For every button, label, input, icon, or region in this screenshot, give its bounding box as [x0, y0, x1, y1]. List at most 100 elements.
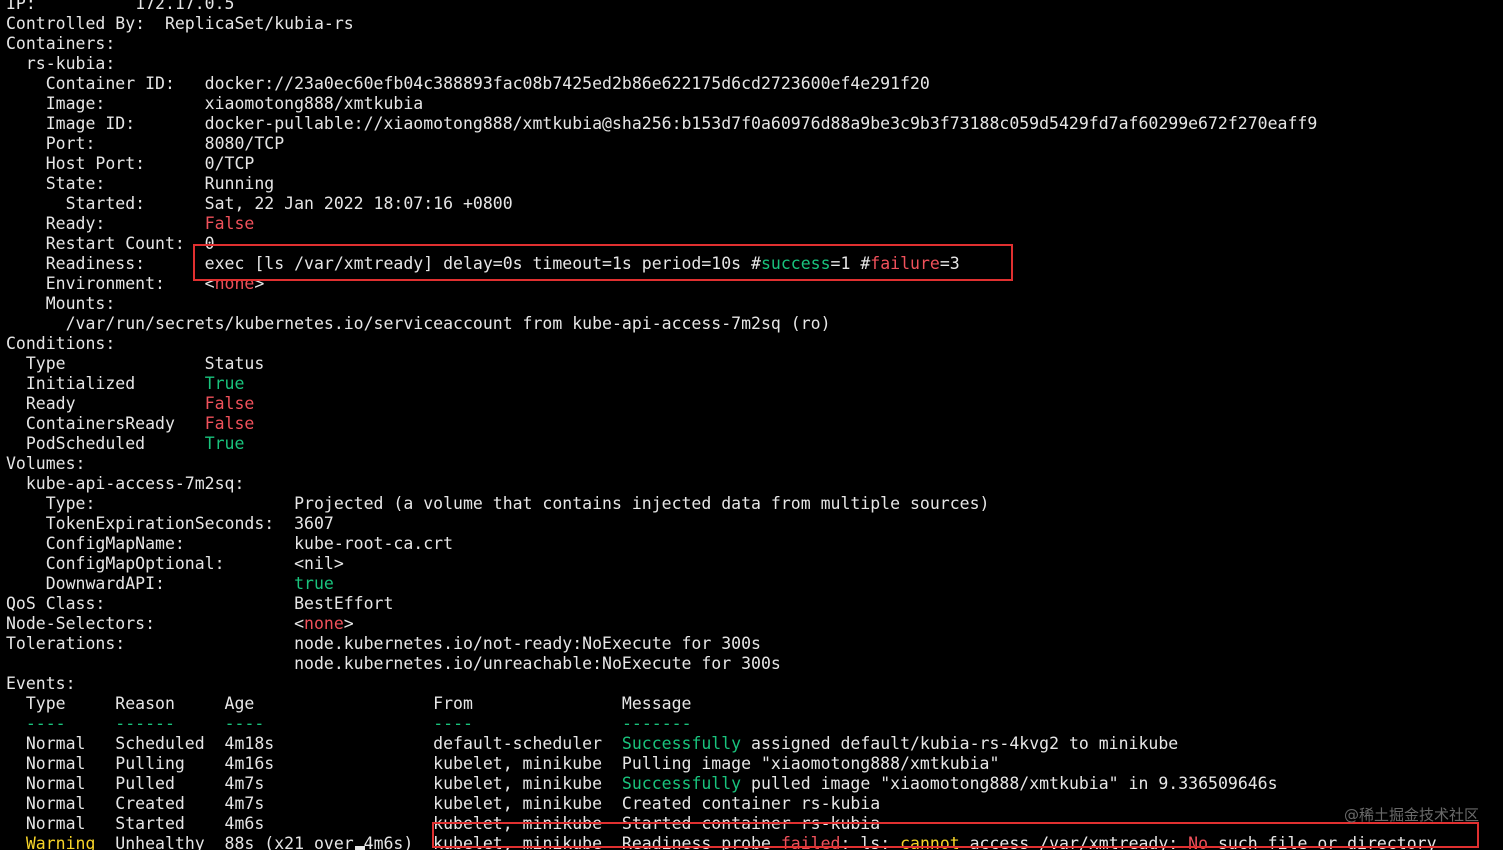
terminal-line: Normal Scheduled 4m18s default-scheduler…: [6, 734, 1178, 754]
text-segment: DownwardAPI:: [6, 574, 295, 593]
text-segment: Initialized: [6, 374, 205, 393]
text-segment: Events:: [6, 674, 76, 693]
text-segment: node.kubernetes.io/unreachable:NoExecute…: [6, 654, 781, 673]
terminal-line: Image ID: docker-pullable://xiaomotong88…: [6, 114, 1318, 134]
terminal-window[interactable]: IP: 172.17.0.5 Controlled By: ReplicaSet/…: [0, 0, 1503, 850]
terminal-line: node.kubernetes.io/unreachable:NoExecute…: [6, 654, 781, 674]
terminal-cursor: [355, 846, 365, 850]
text-green: ------: [115, 714, 175, 733]
text-segment: Type Reason Age From Message: [6, 694, 692, 713]
text-segment: Environment: <: [6, 274, 215, 293]
text-segment: Conditions:: [6, 334, 116, 353]
terminal-line: Containers:: [6, 34, 115, 54]
terminal-line: kube-api-access-7m2sq:: [6, 474, 245, 494]
terminal-line: rs-kubia:: [6, 54, 115, 74]
text-red: False: [204, 214, 255, 233]
text-segment: Normal Created 4m7s kubelet, minikube Cr…: [6, 794, 881, 813]
text-green: Successfully: [621, 774, 742, 793]
text-segment: Host Port: 0/TCP: [6, 154, 255, 173]
text-red: False: [204, 414, 255, 433]
text-segment: ConfigMapName: kube-root-ca.crt: [6, 534, 454, 553]
text-segment: Tolerations: node.kubernetes.io/not-read…: [6, 634, 761, 653]
terminal-line: ConfigMapName: kube-root-ca.crt: [6, 534, 453, 554]
text-yellow: Warning: [25, 834, 96, 850]
terminal-line: Image: xiaomotong888/xmtkubia: [6, 94, 424, 114]
terminal-line: ConfigMapOptional: <nil>: [6, 554, 344, 574]
text-segment: Normal Scheduled 4m18s default-scheduler: [6, 734, 622, 753]
warning-event-highlight-box: [432, 822, 1479, 848]
text-segment: [6, 714, 26, 733]
text-segment: Type Status: [6, 354, 265, 373]
terminal-line: TokenExpirationSeconds: 3607: [6, 514, 334, 534]
terminal-line: Tolerations: node.kubernetes.io/not-read…: [6, 634, 761, 654]
text-segment: Ready:: [6, 214, 205, 233]
terminal-line: Restart Count: 0: [6, 234, 215, 254]
text-segment: rs-kubia:: [6, 54, 116, 73]
terminal-line: Conditions:: [6, 334, 115, 354]
terminal-line: ContainersReady False: [6, 414, 255, 434]
terminal-line: DownwardAPI: true: [6, 574, 334, 594]
text-segment: [264, 714, 433, 733]
text-green: Successfully: [621, 734, 742, 753]
terminal-line: Mounts:: [6, 294, 116, 314]
terminal-line: Host Port: 0/TCP: [6, 154, 255, 174]
text-segment: Containers:: [6, 34, 116, 53]
text-segment: Container ID: docker://23a0ec60efb04c388…: [6, 74, 930, 93]
text-red: False: [204, 394, 255, 413]
terminal-line: Normal Created 4m7s kubelet, minikube Cr…: [6, 794, 880, 814]
terminal-line: Started: Sat, 22 Jan 2022 18:07:16 +0800: [6, 194, 513, 214]
text-segment: State: Running: [6, 174, 275, 193]
terminal-line: Events:: [6, 674, 76, 694]
terminal-line: Container ID: docker://23a0ec60efb04c388…: [6, 74, 930, 94]
terminal-line: State: Running: [6, 174, 274, 194]
text-red: none: [304, 614, 344, 633]
text-segment: PodScheduled: [6, 434, 205, 453]
terminal-line: ---- ------ ---- ---- -------: [6, 714, 692, 734]
text-green: true: [294, 574, 334, 593]
text-segment: Normal Pulled 4m7s kubelet, minikube: [6, 774, 622, 793]
text-segment: Restart Count: 0: [6, 234, 215, 253]
terminal-line: Type: Projected (a volume that contains …: [6, 494, 990, 514]
text-green: ----: [25, 714, 66, 733]
terminal-line: Type Status: [6, 354, 264, 374]
text-segment: Port: 8080/TCP: [6, 134, 285, 153]
text-segment: Normal Pulling 4m16s kubelet, minikube P…: [6, 754, 1000, 773]
terminal-line: QoS Class: BestEffort: [6, 594, 393, 614]
terminal-line: Normal Pulled 4m7s kubelet, minikube Suc…: [6, 774, 1278, 794]
terminal-line: IP: 172.17.0.5: [6, 0, 234, 14]
terminal-line: Ready False: [6, 394, 255, 414]
watermark-text: @稀土掘金技术社区: [1343, 806, 1479, 824]
text-segment: [6, 834, 26, 850]
text-green: -------: [621, 714, 692, 733]
text-segment: [473, 714, 622, 733]
readiness-highlight-box: [193, 244, 1013, 281]
text-segment: [66, 714, 116, 733]
text-segment: pulled image "xiaomotong888/xmtkubia" in…: [741, 774, 1278, 793]
terminal-line: Initialized True: [6, 374, 245, 394]
text-segment: Ready: [6, 394, 205, 413]
text-segment: >: [343, 614, 354, 633]
terminal-line: /var/run/secrets/kubernetes.io/serviceac…: [6, 314, 831, 334]
text-segment: [175, 714, 225, 733]
terminal-line: Controlled By: ReplicaSet/kubia-rs: [6, 14, 354, 34]
text-green: ----: [433, 714, 473, 733]
text-green: True: [204, 374, 245, 393]
text-segment: QoS Class: BestEffort: [6, 594, 394, 613]
text-segment: ContainersReady: [6, 414, 205, 433]
text-segment: kube-api-access-7m2sq:: [6, 474, 245, 493]
terminal-line: Node-Selectors: <none>: [6, 614, 354, 634]
text-segment: Image ID: docker-pullable://xiaomotong88…: [6, 114, 1318, 133]
text-segment: /var/run/secrets/kubernetes.io/serviceac…: [6, 314, 831, 333]
text-green: ----: [224, 714, 265, 733]
text-segment: Mounts:: [6, 294, 116, 313]
text-segment: Volumes:: [6, 454, 86, 473]
text-segment: TokenExpirationSeconds: 3607: [6, 514, 334, 533]
text-segment: Image: xiaomotong888/xmtkubia: [6, 94, 424, 113]
text-segment: assigned default/kubia-rs-4kvg2 to minik…: [741, 734, 1179, 753]
text-segment: Controlled By: ReplicaSet/kubia-rs: [6, 14, 354, 33]
text-segment: ConfigMapOptional: <nil>: [6, 554, 344, 573]
text-segment: Type: Projected (a volume that contains …: [6, 494, 990, 513]
text-dim: IP: 172.17.0.5: [6, 0, 235, 13]
terminal-line: Normal Pulling 4m16s kubelet, minikube P…: [6, 754, 1000, 774]
text-green: True: [204, 434, 245, 453]
